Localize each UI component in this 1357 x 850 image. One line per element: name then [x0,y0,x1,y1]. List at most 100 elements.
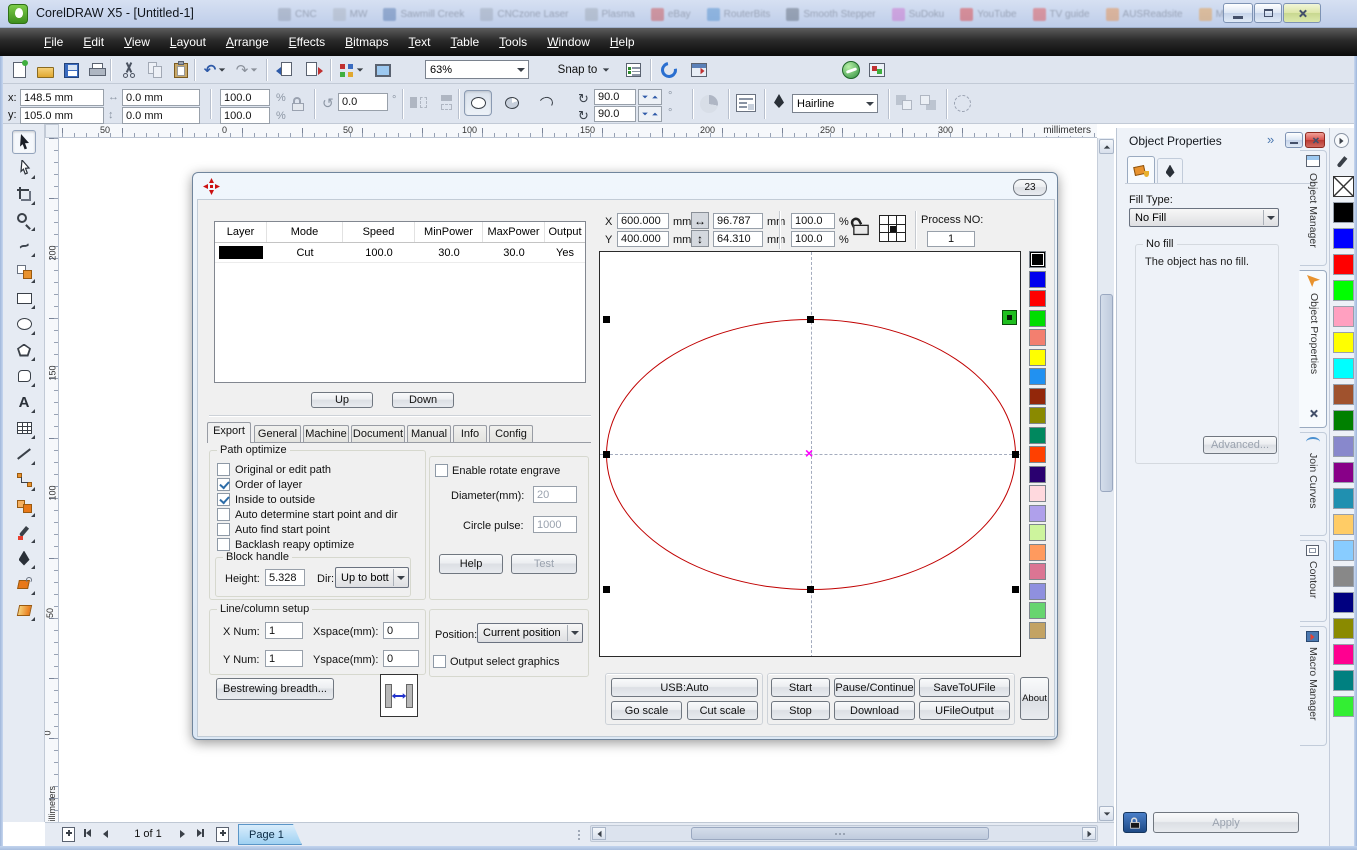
paste-icon[interactable] [170,59,192,81]
text-wrap-icon[interactable] [736,94,756,112]
x-num-field[interactable]: 1 [265,622,303,639]
palette-eyedropper-icon[interactable] [1335,154,1351,172]
save-to-ufile-button[interactable]: SaveToUFile [919,678,1010,697]
tab-manual[interactable]: Manual [407,425,451,443]
bestrewing-breadth-button[interactable]: Bestrewing breadth... [216,678,334,700]
start-button[interactable]: Start [771,678,830,697]
palette-flyout-button[interactable] [1334,133,1349,148]
tab-config[interactable]: Config [489,425,533,443]
column-header[interactable]: Layer [215,222,267,242]
ufile-output-button[interactable]: UFileOutput [919,701,1010,720]
color-swatch[interactable] [1333,228,1354,249]
tab-export[interactable]: Export [207,422,251,443]
crop-tool[interactable] [12,182,36,206]
table-tool[interactable] [12,416,36,440]
scroll-down-button[interactable] [1099,806,1114,821]
scale-vertical-field[interactable]: 100.0 [220,107,270,124]
tab-info[interactable]: Info [453,425,487,443]
column-header[interactable]: Output [545,222,585,242]
palette-swatch[interactable] [1029,427,1046,444]
bookmark-item[interactable]: SuDoku [892,5,945,23]
palette-swatch[interactable] [1029,388,1046,405]
tab-general[interactable]: General [254,425,301,443]
menu-bitmaps[interactable]: Bitmaps [335,31,398,53]
outline-width-dropdown[interactable] [862,95,877,112]
freehand-tool[interactable]: ~ [12,234,36,258]
order-of-layer-checkbox[interactable] [217,478,230,491]
redo-button[interactable]: ↷ [234,59,260,81]
corel-connect-icon[interactable] [372,59,394,81]
width-lock-button[interactable]: ↔ [691,212,709,229]
color-swatch[interactable] [1333,384,1354,405]
palette-swatch[interactable] [1029,446,1046,463]
pie-mode-button[interactable] [500,92,524,114]
anchor-grid[interactable] [879,215,906,242]
ruler-corner[interactable] [45,124,59,138]
color-swatch[interactable] [1333,254,1354,275]
palette-swatch[interactable] [1029,310,1046,327]
palette-swatch[interactable] [1029,505,1046,522]
menu-view[interactable]: View [114,31,160,53]
position-combobox[interactable]: Current position [477,623,583,643]
x-position-field[interactable]: 148.5 mm [20,89,104,106]
direction-combobox[interactable]: Up to bott [335,567,409,588]
undo-button[interactable]: ↶ [202,59,228,81]
no-color-swatch[interactable] [1333,176,1354,197]
scroll-right-button[interactable] [1082,827,1096,840]
open-folder-icon[interactable] [34,59,56,81]
bookmark-item[interactable]: Sawmill Creek [383,5,464,23]
connector-tool[interactable] [12,468,36,492]
change-direction-icon[interactable] [700,95,718,113]
bookmark-item[interactable]: TV guide [1033,5,1090,23]
shape-tool[interactable] [12,156,36,180]
y-coord-field[interactable]: 400.000 [617,231,669,247]
maximize-button[interactable] [1254,3,1282,23]
start-angle-spinner[interactable] [638,89,662,105]
last-page-button[interactable] [197,829,204,837]
selection-handle[interactable] [603,586,610,593]
minimize-button[interactable] [1223,3,1253,23]
palette-swatch[interactable] [1029,466,1046,483]
diameter-field[interactable]: 20 [533,486,577,503]
bookmark-item[interactable]: MW [333,5,368,23]
new-document-icon[interactable] [8,59,30,81]
tab-join-curves[interactable]: Join Curves [1300,432,1327,536]
color-swatch[interactable] [1333,514,1354,535]
color-swatch[interactable] [1333,644,1354,665]
color-swatch[interactable] [1333,670,1354,691]
selection-handle[interactable] [1012,586,1019,593]
menu-arrange[interactable]: Arrange [216,31,279,53]
bookmark-item[interactable]: Plasma [585,5,635,23]
selection-handle[interactable] [1012,451,1019,458]
snap-to-dropdown[interactable]: Snap to [552,59,616,81]
scale-horizontal-field[interactable]: 100.0 [220,89,270,106]
basic-shapes-tool[interactable] [12,364,36,388]
color-swatch[interactable] [1333,592,1354,613]
print-icon[interactable] [86,59,108,81]
color-eyedropper-tool[interactable] [12,520,36,544]
auto-determine-start-checkbox[interactable] [217,508,230,521]
import-icon[interactable] [274,59,296,81]
bookmark-item[interactable]: eBay [651,5,691,23]
selection-handle[interactable] [603,316,610,323]
apply-button[interactable]: Apply [1153,812,1299,833]
to-back-icon[interactable] [920,95,938,111]
column-header[interactable]: Mode [267,222,343,242]
palette-swatch[interactable] [1029,583,1046,600]
circle-pulse-field[interactable]: 1000 [533,516,577,533]
laser-engraving-manager-icon[interactable] [840,59,862,81]
xspace-field[interactable]: 0 [383,622,419,639]
fill-type-combobox[interactable]: No Fill [1129,208,1279,227]
go-scale-button[interactable]: Go scale [611,701,682,720]
cut-icon[interactable] [118,59,140,81]
yspace-field[interactable]: 0 [383,650,419,667]
color-swatch[interactable] [1333,202,1354,223]
color-swatch[interactable] [1333,410,1354,431]
tab-object-manager[interactable]: Object Manager [1300,150,1327,266]
canvas-vertical-scrollbar[interactable] [1097,138,1114,822]
output-select-graphics-checkbox[interactable] [433,655,446,668]
palette-swatch[interactable] [1029,349,1046,366]
docker-minimize-button[interactable] [1285,132,1303,148]
bookmark-item[interactable]: CNC [278,5,317,23]
add-page-button-right[interactable] [216,827,229,842]
